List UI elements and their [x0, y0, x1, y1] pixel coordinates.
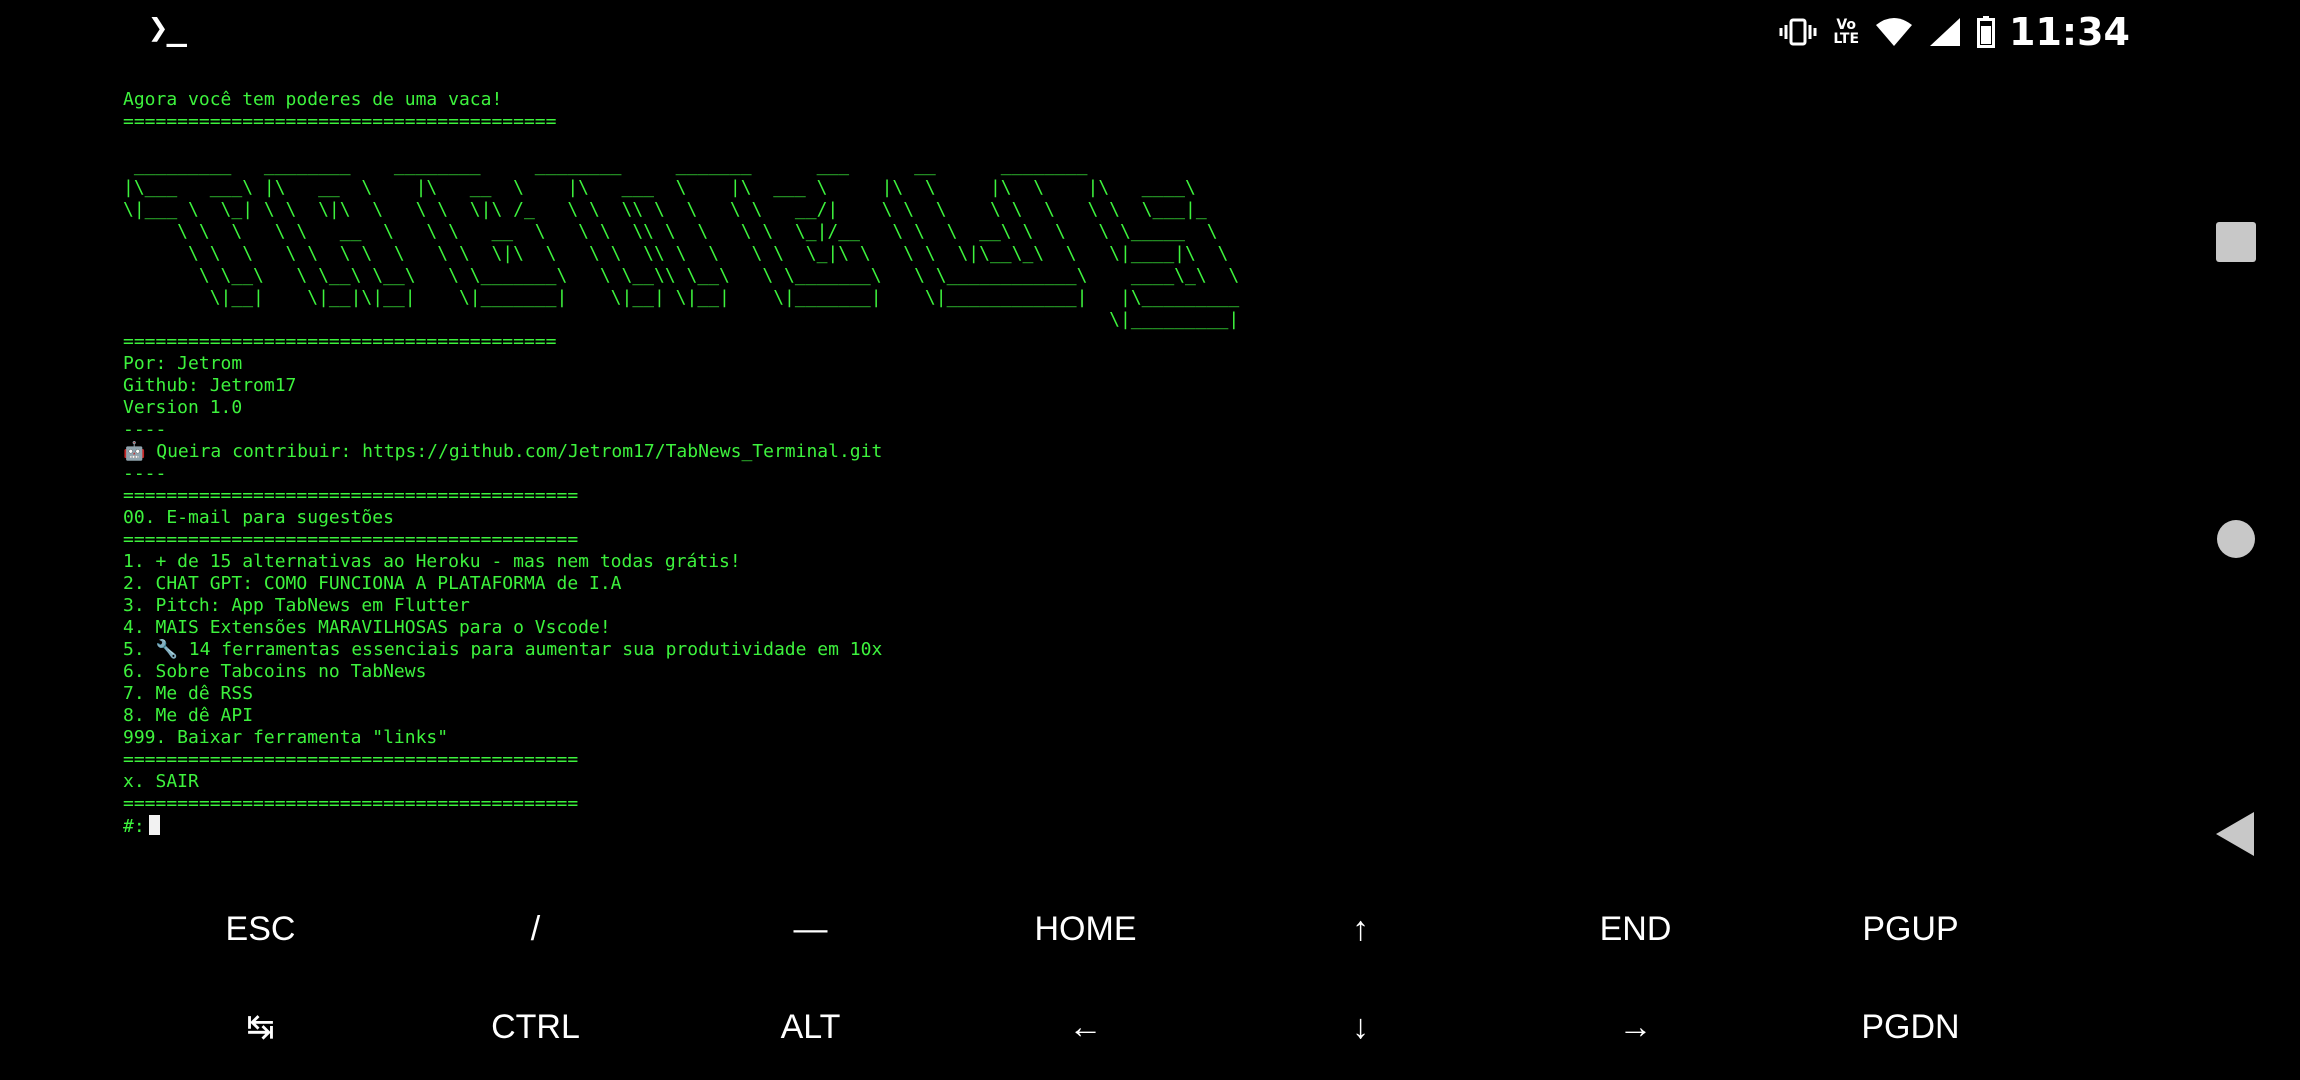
- wifi-icon: [1875, 17, 1913, 47]
- clock: 11:34: [2009, 10, 2130, 54]
- signal-icon: [1929, 17, 1961, 47]
- recent-apps-icon: [2216, 222, 2256, 262]
- extra-keys-bar: ESC / — HOME ↑ END PGUP ↹ CTRL ALT ← ↓ →…: [0, 880, 2300, 1080]
- terminal-prompt-line[interactable]: #:: [123, 815, 2173, 837]
- prompt-text: #:: [123, 816, 145, 837]
- esc-key[interactable]: ESC: [123, 880, 398, 978]
- back-icon: [2216, 812, 2254, 856]
- volte-top-text: Vo: [1836, 17, 1857, 33]
- end-key[interactable]: END: [1498, 880, 1773, 978]
- extra-keys-row-1: ESC / — HOME ↑ END PGUP: [123, 880, 2049, 978]
- home-button[interactable]: [2210, 513, 2262, 565]
- arrow-left-key[interactable]: ←: [948, 978, 1223, 1076]
- back-button[interactable]: [2210, 808, 2262, 860]
- page-up-key[interactable]: PGUP: [1773, 880, 2048, 978]
- extra-keys-row-2: ↹ CTRL ALT ← ↓ → PGDN: [123, 978, 2049, 1076]
- status-icons: Vo LTE 11:34: [1763, 10, 2130, 54]
- ctrl-key[interactable]: CTRL: [398, 978, 673, 1076]
- battery-icon: [1977, 16, 1996, 48]
- tab-key[interactable]: ↹: [123, 978, 398, 1076]
- arrow-right-key[interactable]: →: [1498, 978, 1773, 1076]
- screen: ❯_ Vo LTE 11:34 Agora você tem poderes d…: [0, 0, 2300, 1080]
- home-icon: [2217, 520, 2255, 558]
- dash-key[interactable]: —: [673, 880, 948, 978]
- home-key[interactable]: HOME: [948, 880, 1223, 978]
- volte-indicator: Vo LTE: [1833, 18, 1859, 46]
- alt-key[interactable]: ALT: [673, 978, 948, 1076]
- vibrate-icon: [1779, 17, 1817, 47]
- recent-apps-button[interactable]: [2210, 216, 2262, 268]
- status-bar: ❯_ Vo LTE 11:34: [0, 0, 2300, 64]
- arrow-down-key[interactable]: ↓: [1223, 978, 1498, 1076]
- volte-bottom-text: LTE: [1833, 31, 1860, 47]
- terminal-app-icon: ❯_: [148, 8, 187, 48]
- arrow-up-key[interactable]: ↑: [1223, 880, 1498, 978]
- terminal-view[interactable]: Agora você tem poderes de uma vaca! ====…: [123, 89, 2173, 869]
- slash-key[interactable]: /: [398, 880, 673, 978]
- page-down-key[interactable]: PGDN: [1773, 978, 2048, 1076]
- text-cursor: [148, 815, 160, 835]
- terminal-output: Agora você tem poderes de uma vaca! ====…: [123, 89, 1240, 814]
